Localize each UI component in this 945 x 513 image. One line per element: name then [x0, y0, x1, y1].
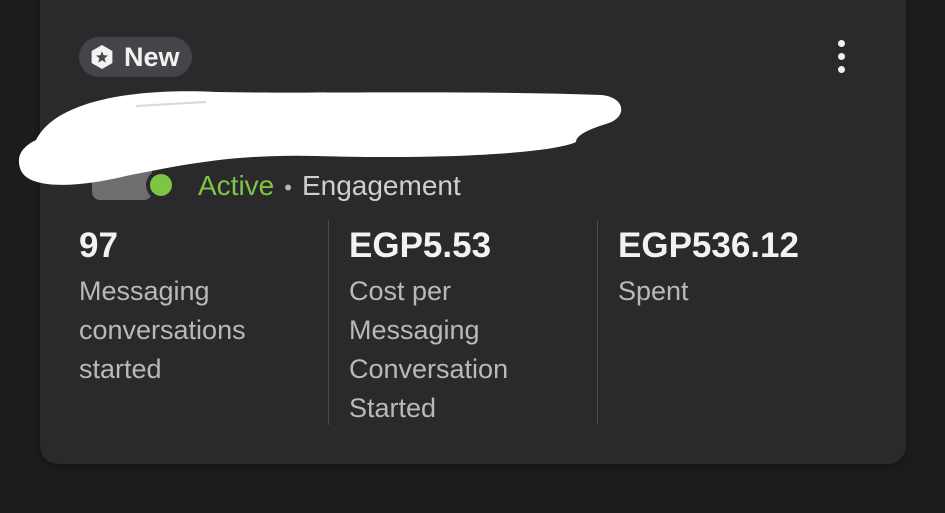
- status-separator: •: [284, 175, 292, 200]
- metric-label: Cost per Messaging Conversation Started: [349, 276, 509, 423]
- metric-label: Spent: [618, 276, 689, 306]
- metric-label: Messaging conversations started: [79, 276, 246, 384]
- metric-conversations-started: 97 Messaging conversations started: [79, 220, 328, 425]
- status-indicator-dot: [146, 170, 176, 200]
- more-options-icon[interactable]: [824, 36, 858, 76]
- campaign-status-line: Active • Engagement: [198, 168, 461, 206]
- campaign-objective: Engagement: [301, 170, 461, 201]
- metric-spent: EGP536.12 Spent: [597, 220, 866, 425]
- new-badge: New: [79, 37, 192, 77]
- star-hexagon-icon: [88, 43, 116, 71]
- metric-value: EGP536.12: [618, 226, 799, 265]
- metric-value: EGP5.53: [349, 226, 492, 265]
- campaign-status: Active: [198, 170, 275, 201]
- metric-cost-per-conversation: EGP5.53 Cost per Messaging Conversation …: [328, 220, 597, 425]
- new-badge-label: New: [124, 41, 180, 72]
- metric-value: 97: [79, 226, 118, 265]
- metrics-row: 97 Messaging conversations started EGP5.…: [79, 220, 869, 425]
